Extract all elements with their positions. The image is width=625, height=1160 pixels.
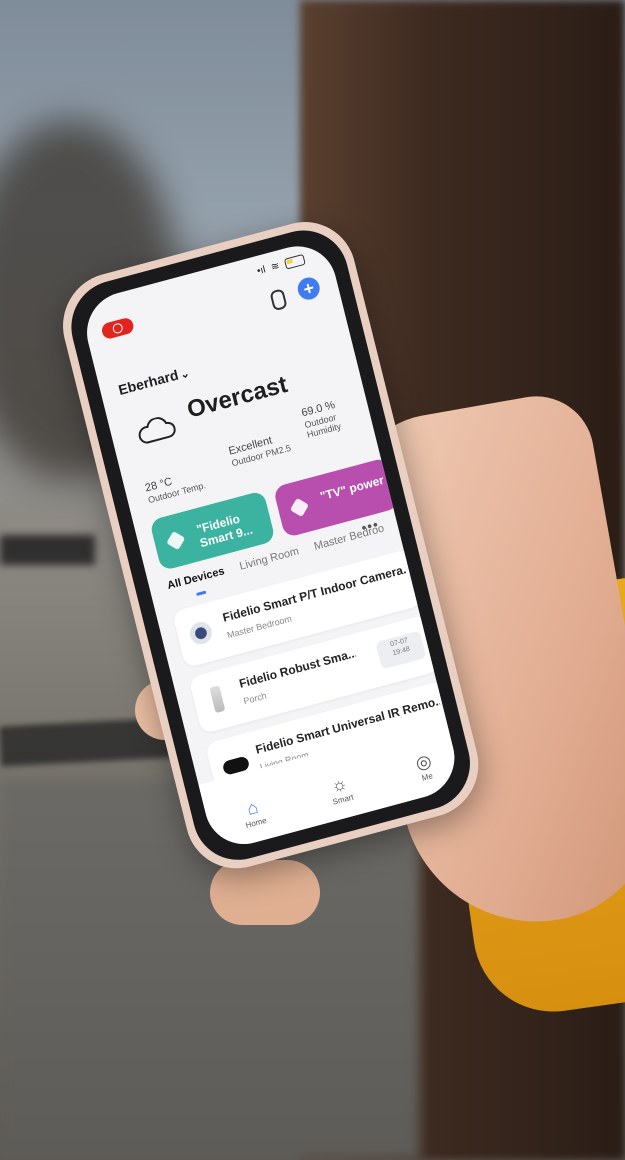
record-indicator-icon[interactable] [100,316,136,341]
microphone-icon[interactable] [269,288,288,312]
signal-icon: •ıl [255,264,267,278]
device-room: Porch [242,690,268,707]
camera-icon [187,619,215,647]
tag-icon [289,497,309,518]
tag-icon [166,530,186,551]
scene-label: "Fidelio Smart 9... [195,511,255,551]
home-selector[interactable]: Eberhard⌄ [117,364,191,398]
device-name: Fidelio Robust Sma... [237,646,357,691]
tab-living-room[interactable]: Living Room [238,545,300,572]
photo-scene: •ıl ≋ + Eberhard⌄ Overcast 28 °C Outdoor… [0,0,625,1160]
lock-icon [209,685,226,714]
device-name: Fidelio Smart P/T Indoor Camera... [221,562,409,625]
tab-indicator [196,590,207,597]
status-bar: •ıl ≋ [255,253,306,278]
add-device-button[interactable]: + [295,275,323,303]
humidity-stat: 69.0 % Outdoor Humidity [300,391,372,440]
tab-smart[interactable]: ☼ Smart [327,772,355,807]
air-quality-stat: Excellent Outdoor PM2.5 [227,430,292,468]
tab-me-label: Me [420,771,434,783]
device-status-badge: 07-07 19:48 [375,630,427,670]
weather-condition: Overcast [184,370,291,424]
finger-lower [210,860,320,925]
tab-home[interactable]: ⌂ Home [240,795,268,830]
battery-icon [283,253,306,270]
home-name: Eberhard [116,366,181,398]
tab-me[interactable]: ◎ Me [414,750,436,783]
temperature-stat: 28 °C Outdoor Temp. [144,467,207,505]
chevron-down-icon: ⌄ [179,367,191,382]
cloud-icon [138,417,176,444]
tab-all-devices[interactable]: All Devices [166,565,226,592]
background-rail-top [0,535,95,565]
wifi-icon: ≋ [269,260,281,274]
scene-label: "TV" power [318,472,386,504]
